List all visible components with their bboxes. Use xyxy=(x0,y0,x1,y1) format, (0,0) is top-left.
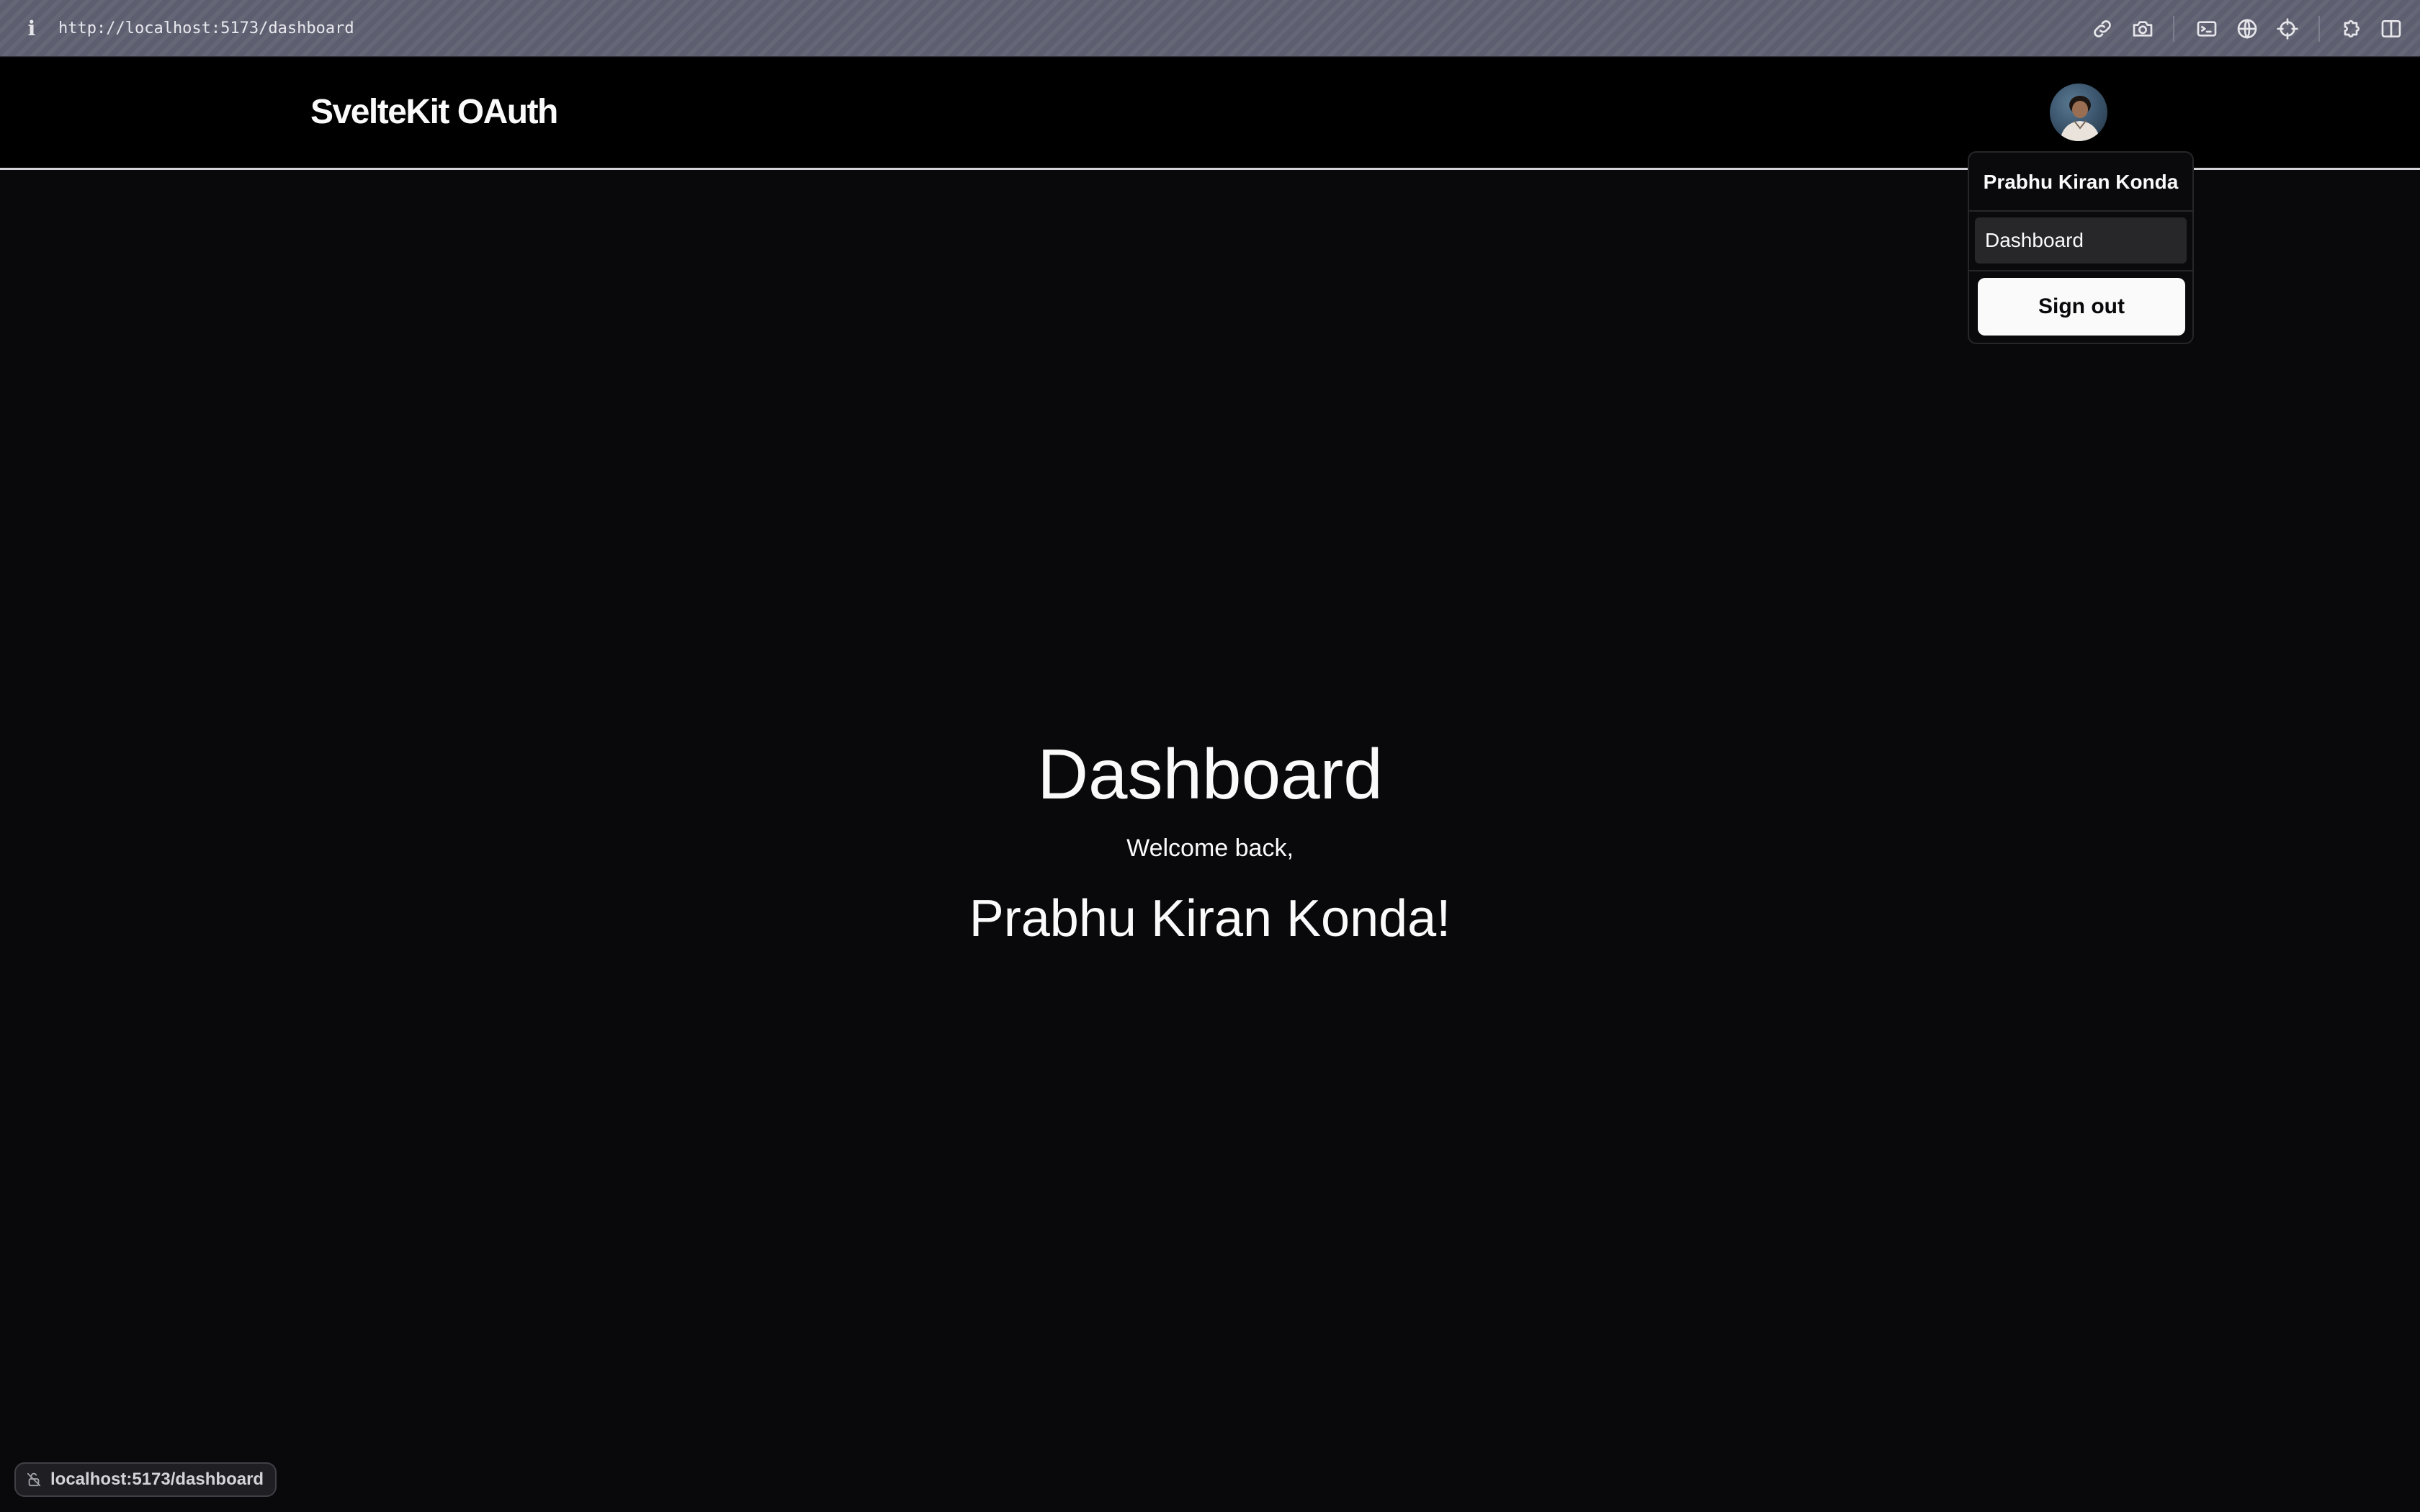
split-view-icon[interactable] xyxy=(2377,14,2406,43)
link-preview-status: localhost:5173/dashboard xyxy=(14,1462,277,1497)
welcome-text: Welcome back, xyxy=(1126,834,1294,862)
info-icon[interactable]: i xyxy=(24,16,39,42)
globe-icon[interactable] xyxy=(2233,14,2262,43)
browser-toolbar: i http://localhost:5173/dashboard xyxy=(0,0,2420,57)
avatar-image xyxy=(2060,96,2100,141)
user-avatar[interactable] xyxy=(2050,84,2107,141)
user-menu-name: Prabhu Kiran Konda xyxy=(1983,171,2179,193)
user-menu: Prabhu Kiran Konda Dashboard Sign out xyxy=(1968,151,2194,344)
menu-divider xyxy=(1969,210,2192,212)
menu-item-dashboard[interactable]: Dashboard xyxy=(1975,217,2187,264)
camera-icon[interactable] xyxy=(2128,14,2157,43)
link-icon[interactable] xyxy=(2088,14,2117,43)
sign-out-button[interactable]: Sign out xyxy=(1978,278,2185,336)
brand-logo-link[interactable]: SvelteKit OAuth xyxy=(310,92,558,132)
toolbar-divider xyxy=(2173,16,2174,42)
link-preview-url: localhost:5173/dashboard xyxy=(50,1470,264,1489)
page-title: Dashboard xyxy=(1037,734,1383,814)
lock-off-icon xyxy=(26,1472,42,1488)
extensions-icon[interactable] xyxy=(2336,14,2365,43)
crosshair-icon[interactable] xyxy=(2273,14,2302,43)
user-greeting-name: Prabhu Kiran Konda! xyxy=(969,890,1451,948)
toolbar-divider xyxy=(2318,16,2320,42)
menu-divider xyxy=(1969,270,2192,271)
address-bar[interactable]: http://localhost:5173/dashboard xyxy=(58,16,354,42)
terminal-icon[interactable] xyxy=(2192,14,2221,43)
